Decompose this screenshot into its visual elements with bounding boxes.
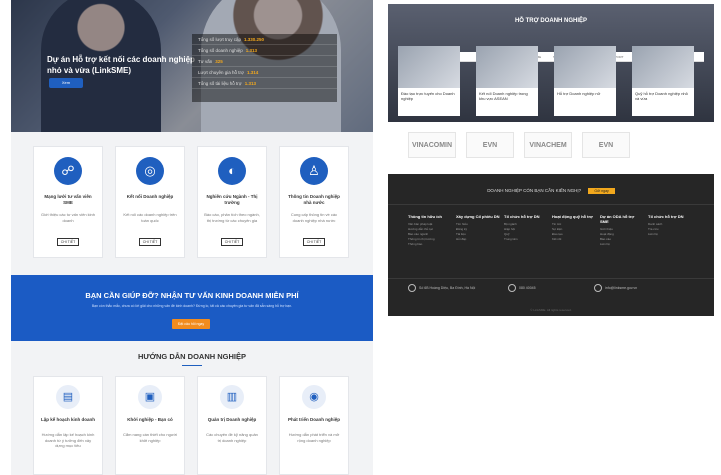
stat-row: Lượt chuyên gia hỗ trợ 1.314 bbox=[192, 67, 337, 78]
globe-icon bbox=[408, 284, 416, 292]
service-desc: Giới thiệu các tư vấn viên kinh doanh bbox=[41, 212, 95, 223]
partner-logo[interactable]: VINACHEM bbox=[524, 132, 572, 158]
consult-desc: Bạn còn thắc mắc, chưa có lời giải cho n… bbox=[91, 304, 293, 308]
service-card: ◐ Nghiên cứu Ngành - Thị trường Báo cáo,… bbox=[197, 146, 267, 258]
plan-icon: ▤ bbox=[56, 385, 80, 409]
footer-column: Dự án ODA hỗ trợ SME Giới thiệu Hoạt độn… bbox=[600, 214, 635, 246]
service-detail-button[interactable]: CHI TIẾT bbox=[303, 238, 325, 246]
partner-logos: VINACOMIN EVN VINACHEM EVN bbox=[408, 132, 698, 160]
card-caption: Đào tạo trực tuyến cho Doanh nghiệp bbox=[401, 91, 455, 101]
partner-logo[interactable]: VINACOMIN bbox=[408, 132, 456, 158]
card-image bbox=[554, 46, 616, 88]
service-card: ☍ Mạng lưới tư vấn viên SME Giới thiệu c… bbox=[33, 146, 103, 258]
consult-title: BẠN CẦN GIÚP ĐỠ? NHẬN TƯ VẤN KINH DOANH … bbox=[85, 291, 299, 300]
globe-icon: ◎ bbox=[136, 157, 164, 185]
footer-phone: 080 40045 bbox=[508, 284, 536, 292]
service-title: Kết nối Doanh nghiệp bbox=[126, 194, 174, 199]
support-card[interactable]: Quỹ hỗ trợ Doanh nghiệp nhỏ và vừa bbox=[632, 46, 694, 116]
service-desc: Báo cáo, phân tích theo ngành, thị trườn… bbox=[204, 212, 260, 223]
guide-row: ▤ Lập kế hoạch kinh doanh Hướng dẫn lập … bbox=[33, 376, 351, 475]
footer-column: Xây dựng Cổ phiếu DN Tìm hiểu Đăng ký Tà… bbox=[456, 214, 500, 241]
services-row: ☍ Mạng lưới tư vấn viên SME Giới thiệu c… bbox=[33, 146, 351, 258]
left-page: Dự án Hỗ trợ kết nối các doanh nghiệp nh… bbox=[11, 0, 373, 475]
service-card: ◎ Kết nối Doanh nghiệp Kết nối các doanh… bbox=[115, 146, 185, 258]
guide-title: Quản trị Doanh nghiệp bbox=[207, 417, 257, 422]
service-card: ♙ Thông tin Doanh nghiệp nhà nước Cung c… bbox=[279, 146, 349, 258]
ask-question-button[interactable]: Đặt câu hỏi ngay bbox=[172, 319, 210, 329]
right-page: HỖ TRỢ DOANH NGHIỆP LinkSME NEWS · EVENT… bbox=[388, 4, 714, 316]
chart-icon: ◐ bbox=[218, 157, 246, 185]
guide-card[interactable]: ▤ Lập kế hoạch kinh doanh Hướng dẫn lập … bbox=[33, 376, 103, 475]
rocket-icon: ▣ bbox=[138, 385, 162, 409]
divider bbox=[388, 278, 714, 279]
guide-desc: Cẩm nang cần thiết cho người khởi nghiệp bbox=[123, 432, 177, 443]
footer-column: Tổ chức hỗ trợ DN Danh sách Tra cứu Liên… bbox=[648, 214, 684, 236]
stat-row: Tổng số lượt truy cập 1.330.250 bbox=[192, 34, 337, 45]
footer: DOANH NGHIỆP CÓN BẠN CẦN KIẾN NGHỊ? Gửi … bbox=[388, 174, 714, 316]
guide-section-title: HƯỚNG DẪN DOANH NGHIỆP bbox=[137, 352, 247, 361]
card-image bbox=[476, 46, 538, 88]
card-caption: Hỗ trợ Doanh nghiệp nữ bbox=[557, 91, 601, 96]
partner-logo[interactable]: EVN bbox=[582, 132, 630, 158]
service-detail-button[interactable]: CHI TIẾT bbox=[221, 238, 243, 246]
title-underline bbox=[182, 365, 202, 366]
service-desc: Kết nối các doanh nghiệp trên toàn quốc bbox=[123, 212, 177, 223]
guide-title: Phát triển Doanh nghiệp bbox=[287, 417, 340, 422]
card-image bbox=[398, 46, 460, 88]
copyright: © LinkSME. All rights reserved. bbox=[530, 308, 572, 312]
send-feedback-button[interactable]: Gửi ngay bbox=[588, 188, 615, 194]
manage-icon: ▥ bbox=[220, 385, 244, 409]
stat-row: Tổng số tài liệu hỗ trợ 1.313 bbox=[192, 78, 337, 89]
guide-card[interactable]: ◉ Phát triển Doanh nghiệp Hướng dẫn phát… bbox=[279, 376, 349, 475]
service-desc: Cung cấp thông tin về các doanh nghiệp n… bbox=[290, 212, 338, 223]
support-card[interactable]: Kết nối Doanh nghiệp trong khu vực ASEAN bbox=[476, 46, 538, 116]
card-caption: Kết nối Doanh nghiệp trong khu vực ASEAN bbox=[479, 91, 528, 101]
hero-banner: Dự án Hỗ trợ kết nối các doanh nghiệp nh… bbox=[11, 0, 373, 132]
footer-question: DOANH NGHIỆP CÓN BẠN CẦN KIẾN NGHỊ? Gửi … bbox=[388, 188, 714, 194]
guide-title: Lập kế hoạch kinh doanh bbox=[40, 417, 95, 422]
stats-panel: Tổng số lượt truy cập 1.330.250 Tổng số d… bbox=[192, 34, 337, 102]
footer-address: Số 6B Hoàng Diệu, Ba Đình, Hà Nội bbox=[408, 284, 475, 292]
guide-desc: Các chuyên đề kỹ năng quản trị doanh ngh… bbox=[206, 432, 258, 443]
card-image bbox=[632, 46, 694, 88]
guide-card[interactable]: ▥ Quản trị Doanh nghiệp Các chuyên đề kỹ… bbox=[197, 376, 267, 475]
guide-title: Khởi nghiệp - Bạn có bbox=[127, 417, 173, 422]
growth-icon: ◉ bbox=[302, 385, 326, 409]
guide-card[interactable]: ▣ Khởi nghiệp - Bạn có Cẩm nang cần thiế… bbox=[115, 376, 185, 475]
stat-row: Tư vấn 325 bbox=[192, 56, 337, 67]
support-card[interactable]: Đào tạo trực tuyến cho Doanh nghiệp bbox=[398, 46, 460, 116]
hero-button[interactable]: Xem bbox=[49, 78, 83, 88]
footer-column: Thông tin hữu ích Văn bản pháp luật Hướn… bbox=[408, 214, 442, 246]
guide-desc: Hướng dẫn lập kế hoạch kinh doanh từ ý t… bbox=[41, 432, 95, 448]
footer-column: Tổ chức hỗ trợ DN Bộ ngành Hiệp hội Quỹ … bbox=[504, 214, 540, 241]
consult-banner: BẠN CẦN GIÚP ĐỠ? NHẬN TƯ VẤN KINH DOANH … bbox=[11, 275, 373, 341]
guide-desc: Hướng dẫn phát triển và mở rộng doanh ng… bbox=[288, 432, 340, 443]
service-title: Mạng lưới tư vấn viên SME bbox=[44, 194, 92, 205]
hero-title: Dự án Hỗ trợ kết nối các doanh nghiệp nh… bbox=[47, 55, 195, 75]
network-icon: ☍ bbox=[54, 157, 82, 185]
card-caption: Quỹ hỗ trợ Doanh nghiệp nhỏ và vừa bbox=[635, 91, 688, 101]
support-title: HỖ TRỢ DOANH NGHIỆP bbox=[514, 18, 588, 24]
service-title: Thông tin Doanh nghiệp nhà nước bbox=[288, 194, 340, 205]
service-detail-button[interactable]: CHI TIẾT bbox=[57, 238, 79, 246]
building-user-icon: ♙ bbox=[300, 157, 328, 185]
footer-column: Hoạt động quỹ hỗ trợ Tin tức Sự kiện Đào… bbox=[552, 214, 593, 241]
stat-row: Tổng số doanh nghiệp 1.313 bbox=[192, 45, 337, 56]
service-title: Nghiên cứu Ngành - Thị trường bbox=[206, 194, 258, 205]
service-detail-button[interactable]: CHI TIẾT bbox=[139, 238, 161, 246]
footer-email[interactable]: info@linksme.gov.vn bbox=[594, 284, 637, 292]
mail-icon bbox=[594, 284, 602, 292]
support-card[interactable]: Hỗ trợ Doanh nghiệp nữ bbox=[554, 46, 616, 116]
support-hero: HỖ TRỢ DOANH NGHIỆP LinkSME NEWS · EVENT… bbox=[388, 4, 714, 122]
partner-logo[interactable]: EVN bbox=[466, 132, 514, 158]
phone-icon bbox=[508, 284, 516, 292]
divider bbox=[388, 204, 714, 205]
